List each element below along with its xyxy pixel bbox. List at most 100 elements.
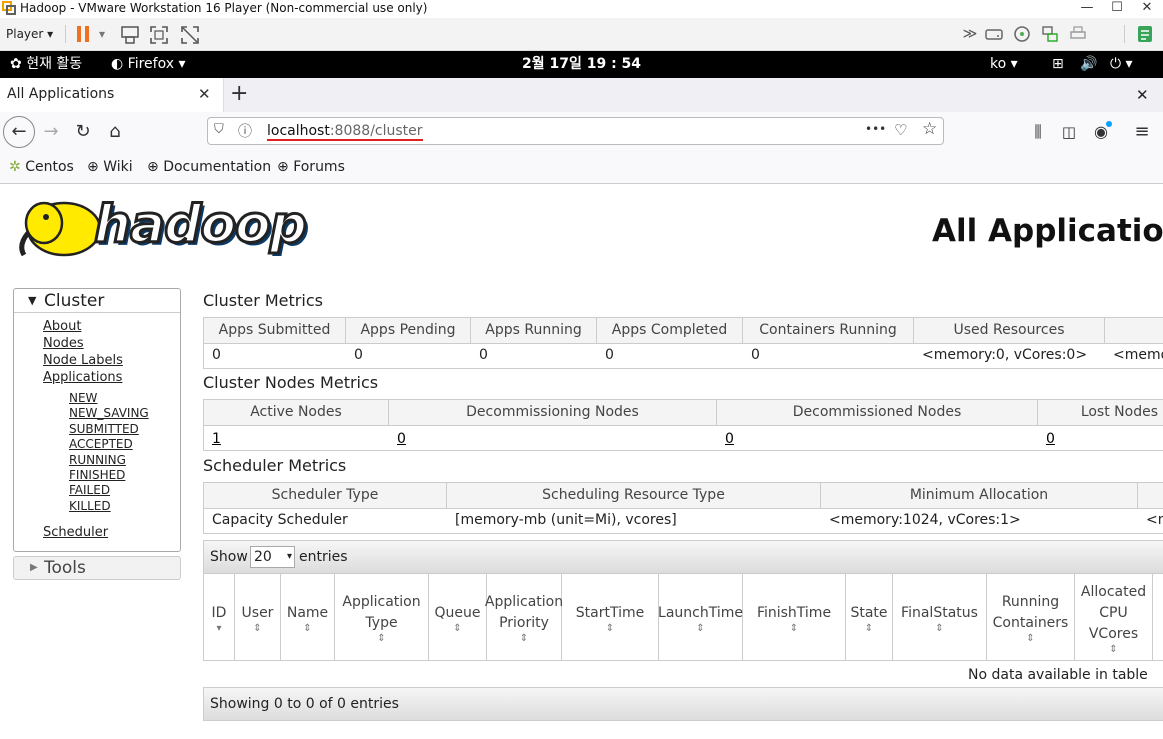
message-log-icon[interactable] <box>1136 24 1154 44</box>
col-header: Active Nodes <box>204 400 389 425</box>
menu-icon[interactable]: ≡ <box>1126 116 1158 148</box>
apps-column-header[interactable]: Allocated CPU VCores ⇕ <box>1075 574 1153 660</box>
bookmark-documentation[interactable]: ⊕ Documentation <box>147 150 271 184</box>
library-icon[interactable]: ⫼ <box>1022 116 1054 148</box>
activities-button[interactable]: ✿ 현재 활동 <box>10 51 82 78</box>
firefox-close-button[interactable]: ✕ <box>1136 86 1149 104</box>
state-link-accepted[interactable]: ACCEPTED <box>69 437 149 452</box>
decommissioning-nodes-link[interactable]: 0 <box>397 427 406 450</box>
column-header-label: StartTime <box>575 604 645 621</box>
decommissioned-nodes-link[interactable]: 0 <box>725 427 734 450</box>
unity-mode-icon[interactable] <box>180 25 200 45</box>
apps-column-header[interactable]: LaunchTime ⇕ <box>658 574 743 660</box>
bookmark-label: Centos <box>25 159 74 175</box>
new-tab-button[interactable]: + <box>230 81 248 106</box>
column-header-label: Allocated <box>1080 583 1147 600</box>
state-link-finished[interactable]: FINISHED <box>69 468 149 483</box>
network-adapter-icon[interactable] <box>1041 25 1059 43</box>
bookmark-label: Documentation <box>163 159 272 175</box>
pocket-icon[interactable]: ♡ <box>894 121 907 139</box>
tab-title: All Applications <box>7 86 115 102</box>
input-language-menu[interactable]: ko ▾ <box>990 51 1018 78</box>
state-link-killed[interactable]: KILLED <box>69 499 149 514</box>
entries-label: entries <box>299 549 348 565</box>
active-nodes-link[interactable]: 1 <box>212 427 221 450</box>
apps-column-header[interactable]: Queue ⇕ <box>429 574 487 660</box>
sidebar-link-applications[interactable]: Applications <box>43 369 123 386</box>
hadoop-logo[interactable]: hadoop <box>14 191 314 267</box>
apps-column-header[interactable]: User ⇕ <box>235 574 281 660</box>
page-size-select[interactable]: 20 ▾ <box>250 546 295 568</box>
sidebar-link-scheduler[interactable]: Scheduler <box>43 525 108 540</box>
app-menu[interactable]: ◐ Firefox ▾ <box>111 51 186 78</box>
state-link-new-saving[interactable]: NEW_SAVING <box>69 406 149 421</box>
sidebar-link-about[interactable]: About <box>43 318 123 335</box>
bookmark-centos[interactable]: ✲ Centos <box>9 150 74 184</box>
apps-column-header[interactable]: ID ▾ <box>204 574 235 660</box>
apps-column-header[interactable]: Running Containers ⇕ <box>987 574 1075 660</box>
state-link-failed[interactable]: FAILED <box>69 483 149 498</box>
tracking-shield-icon[interactable]: ⛉ <box>214 122 224 137</box>
tools-accordion-header[interactable]: ▶ Tools <box>13 556 181 580</box>
account-icon[interactable]: ◉ <box>1085 116 1117 148</box>
maximize-button[interactable]: ☐ <box>1102 0 1132 18</box>
clock[interactable]: 2월 17일 19 : 54 <box>522 51 641 78</box>
player-menu[interactable]: Player ▾ <box>6 23 53 45</box>
apps-column-header[interactable]: Name ⇕ <box>281 574 335 660</box>
apps-column-header[interactable]: Application Type ⇕ <box>335 574 429 660</box>
volume-icon[interactable]: 🔊 <box>1080 51 1097 78</box>
network-icon[interactable]: ⊞ <box>1052 51 1064 78</box>
close-window-button[interactable]: ✕ <box>1132 0 1162 18</box>
printer-icon[interactable] <box>1069 25 1087 43</box>
more-arrows-icon[interactable]: ≫ <box>960 24 980 44</box>
app-state-links: NEW NEW_SAVING SUBMITTED ACCEPTED RUNNIN… <box>69 391 149 514</box>
forward-button[interactable]: → <box>35 116 67 148</box>
column-header-label: User <box>241 604 274 621</box>
sidebar-icon[interactable]: ◫ <box>1053 116 1085 148</box>
hard-disk-icon[interactable] <box>985 26 1003 42</box>
firefox-icon: ◐ <box>111 56 124 72</box>
minimize-button[interactable]: — <box>1072 0 1102 18</box>
gnome-foot-icon: ✿ <box>10 56 22 72</box>
lost-nodes-link[interactable]: 0 <box>1046 427 1055 450</box>
site-info-icon[interactable]: ⓘ <box>238 121 252 141</box>
sidebar-link-nodes[interactable]: Nodes <box>43 335 123 352</box>
reload-button[interactable]: ↻ <box>67 116 99 148</box>
url-text[interactable]: localhost:8088/cluster <box>267 123 423 141</box>
bookmark-forums[interactable]: ⊕ Forums <box>277 150 345 184</box>
state-link-running[interactable]: RUNNING <box>69 453 149 468</box>
send-ctrl-alt-del-icon[interactable] <box>119 25 141 45</box>
col-header: Lost Nodes <box>1038 400 1163 425</box>
apps-column-header[interactable]: Application Priority ⇕ <box>485 574 563 660</box>
col-header: Decommissioning Nodes <box>389 400 717 425</box>
tools-label: Tools <box>44 558 86 578</box>
sidebar-cluster-panel: ▼ Cluster About Nodes Node Labels Applic… <box>13 288 181 552</box>
power-icon[interactable]: ⏻ ▾ <box>1110 51 1133 78</box>
toolbar-divider <box>65 25 66 43</box>
caret-down-icon: ▾ <box>1010 56 1018 72</box>
bookmark-wiki[interactable]: ⊕ Wiki <box>87 150 133 184</box>
bookmark-star-icon[interactable]: ☆ <box>922 119 937 139</box>
caret-down-icon[interactable]: ▾ <box>99 23 105 45</box>
pause-icon[interactable] <box>77 26 81 42</box>
apps-column-header[interactable]: FinishTime ⇕ <box>743 574 846 660</box>
page-actions-icon[interactable]: ••• <box>865 122 886 136</box>
tab-all-applications[interactable]: All Applications ✕ <box>0 78 224 112</box>
apps-column-header[interactable]: FinalStatus ⇕ <box>893 574 987 660</box>
apps-column-header[interactable]: State ⇕ <box>846 574 893 660</box>
sort-arrows-icon: ⇕ <box>605 622 615 634</box>
state-link-new[interactable]: NEW <box>69 391 149 406</box>
url-path: :8088/cluster <box>329 123 423 139</box>
tab-close-button[interactable]: ✕ <box>198 85 211 103</box>
apps-column-header[interactable]: StartTime ⇕ <box>562 574 659 660</box>
col-header: Apps Completed <box>597 318 743 343</box>
cd-drive-icon[interactable] <box>1013 25 1031 43</box>
state-link-submitted[interactable]: SUBMITTED <box>69 422 149 437</box>
col-header: Containers Running <box>743 318 914 343</box>
url-bar[interactable]: ⛉ ⓘ localhost:8088/cluster ••• ♡ ☆ <box>207 117 944 145</box>
cluster-accordion-header[interactable]: ▼ Cluster <box>14 289 180 313</box>
fullscreen-icon[interactable] <box>149 25 169 45</box>
back-button[interactable]: ← <box>3 116 35 148</box>
sidebar-link-node-labels[interactable]: Node Labels <box>43 352 123 369</box>
home-icon[interactable]: ⌂ <box>99 116 131 148</box>
